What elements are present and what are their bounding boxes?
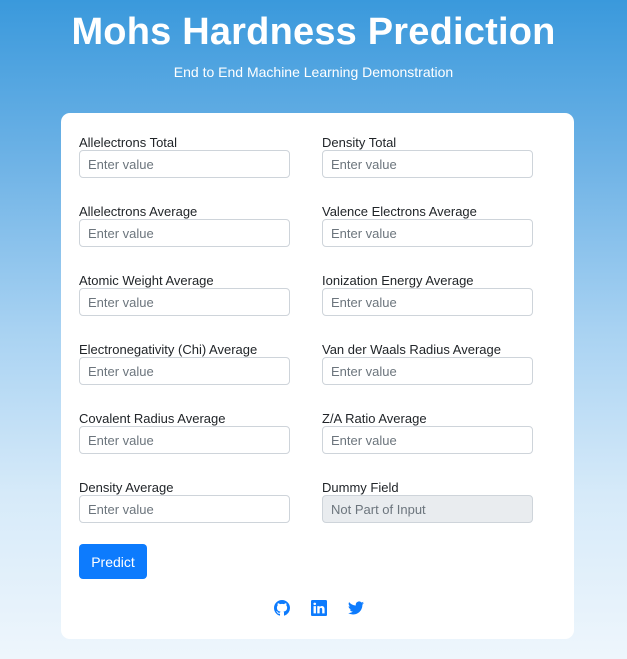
- field-ionization-energy-average: Ionization Energy Average: [322, 271, 534, 316]
- field-density-total: Density Total: [322, 133, 534, 178]
- atomic-weight-average-input[interactable]: [79, 288, 290, 316]
- field-allelectrons-total: Allelectrons Total: [79, 133, 291, 178]
- prediction-form-card: Allelectrons Total Density Total Allelec…: [61, 113, 574, 639]
- github-icon: [273, 600, 290, 616]
- dummy-field-input: [322, 495, 533, 523]
- field-density-average: Density Average: [79, 478, 291, 523]
- social-links: [61, 600, 574, 616]
- predict-button[interactable]: Predict: [79, 544, 147, 579]
- page-subtitle: End to End Machine Learning Demonstratio…: [173, 64, 454, 80]
- density-average-input[interactable]: [79, 495, 290, 523]
- field-atomic-weight-average: Atomic Weight Average: [79, 271, 291, 316]
- density-total-input[interactable]: [322, 150, 533, 178]
- za-ratio-average-input[interactable]: [322, 426, 533, 454]
- field-van-der-waals-radius-average: Van der Waals Radius Average: [322, 340, 534, 385]
- valence-electrons-average-input[interactable]: [322, 219, 533, 247]
- page-title: Mohs Hardness Prediction: [71, 11, 556, 53]
- field-electronegativity-average: Electronegativity (Chi) Average: [79, 340, 291, 385]
- van-der-waals-radius-average-input[interactable]: [322, 357, 533, 385]
- field-valence-electrons-average: Valence Electrons Average: [322, 202, 534, 247]
- linkedin-link[interactable]: [310, 600, 327, 616]
- electronegativity-average-input[interactable]: [79, 357, 290, 385]
- field-dummy: Dummy Field: [322, 478, 534, 523]
- twitter-link[interactable]: [347, 600, 364, 616]
- field-za-ratio-average: Z/A Ratio Average: [322, 409, 534, 454]
- covalent-radius-average-input[interactable]: [79, 426, 290, 454]
- ionization-energy-average-input[interactable]: [322, 288, 533, 316]
- twitter-icon: [347, 601, 364, 615]
- allelectrons-average-input[interactable]: [79, 219, 290, 247]
- field-allelectrons-average: Allelectrons Average: [79, 202, 291, 247]
- field-covalent-radius-average: Covalent Radius Average: [79, 409, 291, 454]
- allelectrons-total-input[interactable]: [79, 150, 290, 178]
- github-link[interactable]: [273, 600, 290, 616]
- linkedin-icon: [310, 600, 327, 616]
